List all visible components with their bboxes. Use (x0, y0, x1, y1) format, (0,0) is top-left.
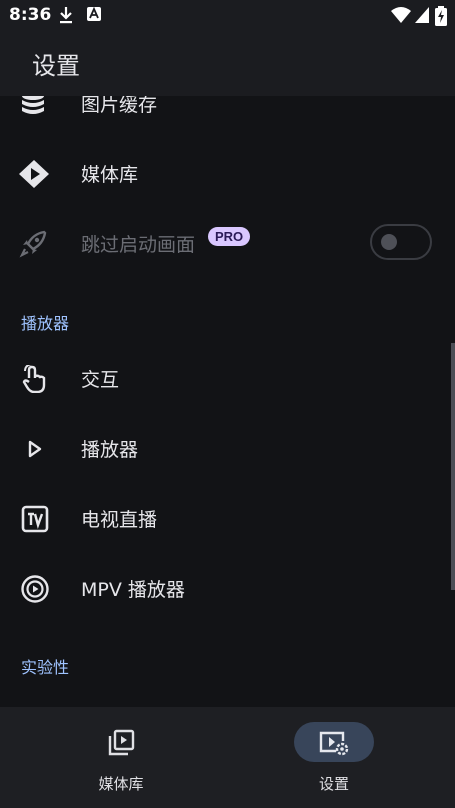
status-time: 8:36 (9, 5, 52, 25)
settings-item-label: 图片缓存 (81, 96, 158, 116)
settings-item-label: MPV 播放器 (81, 579, 185, 601)
settings-item-interaction[interactable]: 交互 (0, 343, 455, 413)
app-notification-icon (87, 6, 101, 21)
settings-item-label: 播放器 (81, 439, 139, 461)
jellyfin-logo-icon (19, 160, 49, 188)
skip-splash-toggle[interactable] (370, 224, 432, 260)
section-header-player: 播放器 (21, 314, 70, 333)
scrollbar[interactable] (451, 343, 455, 590)
page-title: 设置 (32, 52, 80, 80)
settings-item-label: 跳过启动画面 (81, 234, 196, 256)
wifi-icon (391, 7, 411, 23)
database-stack-icon (22, 96, 44, 114)
toggle-knob (381, 234, 397, 250)
video-library-icon (108, 729, 135, 756)
settings-item-label: 媒体库 (81, 164, 139, 186)
settings-item-library[interactable]: 媒体库 (0, 138, 455, 208)
settings-item-label: 交互 (81, 369, 120, 391)
app-bar: 设置 (0, 32, 455, 96)
section-header-experimental: 实验性 (21, 658, 70, 677)
download-icon (60, 7, 72, 24)
pro-badge: PRO (208, 227, 251, 246)
tv-icon (21, 505, 49, 533)
nav-item-settings[interactable]: 设置 (244, 707, 424, 808)
settings-item-player[interactable]: 播放器 (0, 413, 455, 483)
bottom-navigation: 媒体库 设置 (0, 707, 455, 808)
nav-label: 设置 (318, 775, 349, 793)
settings-item-mpv-player[interactable]: MPV 播放器 (0, 553, 455, 623)
settings-list[interactable]: 图片缓存 媒体库 跳过启动画面 PRO 播放器 交互 播放器 电视直播 MPV … (0, 96, 455, 707)
nav-item-library[interactable]: 媒体库 (31, 707, 211, 808)
settings-item-image-cache[interactable]: 图片缓存 (0, 96, 455, 138)
play-triangle-icon (28, 440, 42, 458)
battery-charging-icon (435, 6, 447, 26)
status-bar: 8:36 (0, 0, 455, 32)
settings-item-skip-splash[interactable]: 跳过启动画面 PRO (0, 208, 455, 278)
settings-item-label: 电视直播 (81, 509, 158, 531)
touch-hand-icon (22, 365, 46, 393)
rocket-icon (19, 230, 47, 258)
nav-label: 媒体库 (98, 775, 144, 793)
mpv-logo-icon (21, 575, 49, 603)
settings-item-live-tv[interactable]: 电视直播 (0, 483, 455, 553)
cell-signal-icon (415, 7, 429, 23)
video-settings-icon (319, 731, 349, 756)
